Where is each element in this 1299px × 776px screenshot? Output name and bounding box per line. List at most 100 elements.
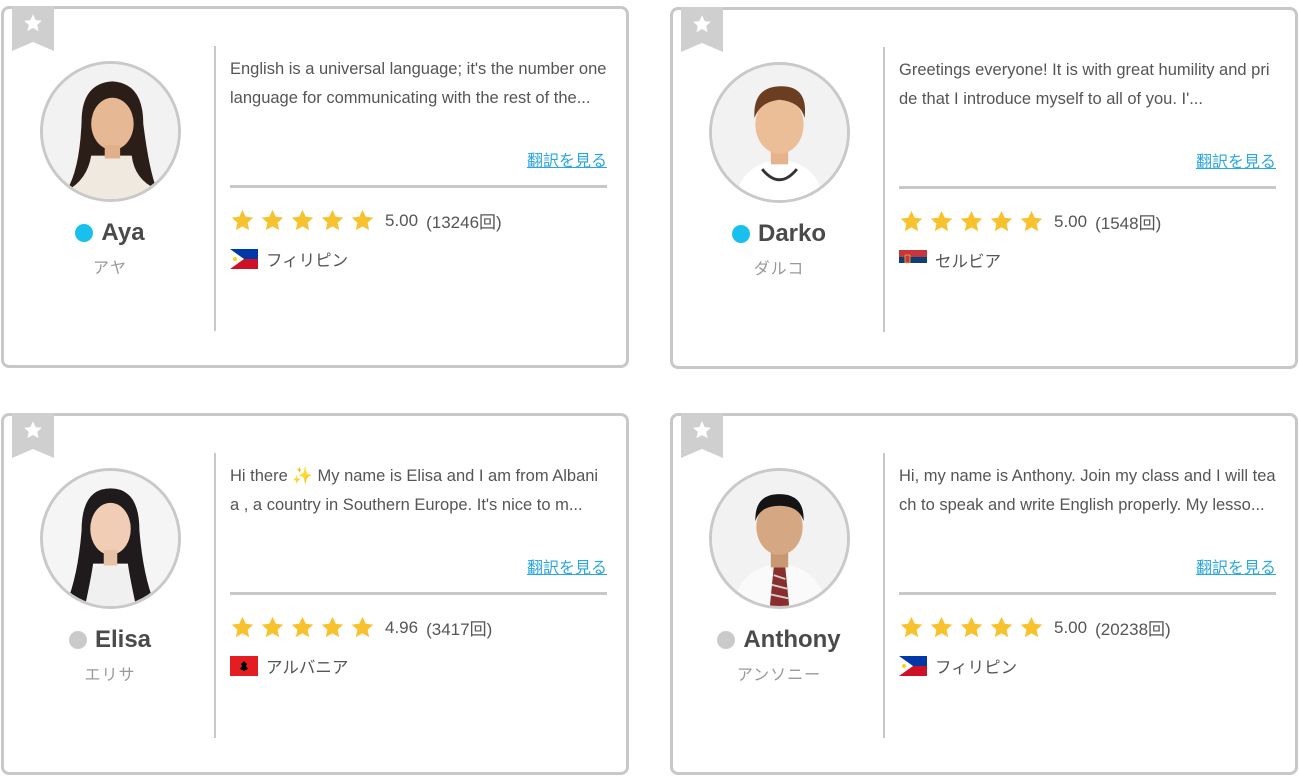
country-row: フィリピン: [230, 247, 607, 271]
tutor-name-kana: アンソニー: [736, 667, 822, 684]
rating-stars: [899, 615, 1044, 640]
avatar[interactable]: [39, 61, 181, 202]
country-name: フィリピン: [935, 659, 1018, 677]
translate-link[interactable]: 翻訳を見る: [899, 554, 1276, 578]
rating-value: 5.00: [1054, 211, 1088, 231]
rating-stars: [230, 208, 375, 233]
rating-stars: [230, 615, 375, 640]
favorite-bookmark-button[interactable]: [12, 413, 54, 458]
favorite-bookmark-button[interactable]: [681, 413, 723, 458]
name-row: Darko: [731, 220, 826, 248]
star-icon: [693, 15, 711, 33]
tutor-name[interactable]: Darko: [758, 220, 826, 248]
avatar[interactable]: [708, 62, 850, 203]
star-icon: [321, 209, 344, 231]
star-icon: [291, 616, 314, 638]
rating-row: 5.00 (20238回): [899, 615, 1276, 640]
horizontal-divider: [230, 185, 607, 188]
star-icon: [291, 209, 314, 231]
country-name: セルビア: [935, 253, 1001, 271]
intro-text: English is a universal language; it's th…: [230, 60, 607, 107]
vertical-divider: [214, 453, 216, 738]
tutor-profile: Darko ダルコ: [708, 62, 850, 279]
philippines-flag-icon: [899, 656, 927, 676]
star-icon: [351, 616, 374, 638]
tutor-profile: Elisa エリサ: [39, 468, 181, 685]
favorite-bookmark-button[interactable]: [12, 6, 54, 51]
albania-flag-icon: [230, 656, 258, 676]
avatar[interactable]: [39, 468, 181, 609]
tutor-card[interactable]: Aya アヤ English is a universal language; …: [1, 6, 629, 368]
status-dot-online: [75, 224, 94, 242]
status-dot-online: [731, 225, 750, 243]
favorite-bookmark-button[interactable]: [681, 7, 723, 52]
rating-row: 5.00 (13246回): [230, 208, 607, 233]
tutor-card[interactable]: Elisa エリサ Hi there ✨ My name is Elisa an…: [1, 413, 629, 775]
tutor-name-kana: ダルコ: [753, 261, 805, 278]
country-name: アルバニア: [266, 659, 349, 677]
star-icon: [900, 616, 923, 638]
horizontal-divider: [230, 592, 607, 595]
star-icon: [231, 209, 254, 231]
star-icon: [261, 616, 284, 638]
vertical-divider: [883, 47, 885, 332]
lesson-count: (1548回): [1095, 214, 1162, 233]
rating-row: 5.00 (1548回): [899, 209, 1276, 234]
star-icon: [1020, 616, 1043, 638]
star-icon: [321, 616, 344, 638]
vertical-divider: [883, 453, 885, 738]
tutor-name[interactable]: Aya: [101, 219, 144, 247]
tutor-name[interactable]: Anthony: [743, 626, 840, 654]
tutor-info: English is a universal language; it's th…: [230, 55, 607, 271]
rating-value: 5.00: [385, 210, 419, 230]
status-dot-offline: [68, 631, 87, 649]
intro-text: Hi, my name is Anthony. Join my class an…: [899, 467, 1276, 514]
star-icon: [24, 421, 42, 439]
rating-row: 4.96 (3417回): [230, 615, 607, 640]
tutor-profile: Anthony アンソニー: [708, 468, 850, 685]
name-row: Aya: [75, 219, 145, 247]
translate-link[interactable]: 翻訳を見る: [899, 148, 1276, 172]
star-icon: [930, 616, 953, 638]
philippines-flag-icon: [230, 249, 258, 269]
horizontal-divider: [899, 186, 1276, 189]
country-row: フィリピン: [899, 654, 1276, 678]
name-row: Anthony: [717, 626, 841, 654]
star-icon: [24, 14, 42, 32]
tutor-card[interactable]: Darko ダルコ Greetings everyone! It is with…: [670, 7, 1298, 369]
translate-link[interactable]: 翻訳を見る: [230, 147, 607, 171]
star-icon: [1020, 210, 1043, 232]
lesson-count: (13246回): [426, 213, 502, 232]
tutor-profile: Aya アヤ: [39, 61, 181, 278]
star-icon: [693, 421, 711, 439]
star-icon: [990, 210, 1013, 232]
tutor-name-kana: アヤ: [92, 260, 127, 277]
country-row: セルビア: [899, 248, 1276, 272]
intro-text: Greetings everyone! It is with great hum…: [899, 61, 1270, 108]
serbia-flag-icon: [899, 250, 927, 270]
tutor-info: Hi there ✨ My name is Elisa and I am fro…: [230, 462, 607, 678]
tutor-info: Greetings everyone! It is with great hum…: [899, 56, 1276, 272]
star-icon: [960, 616, 983, 638]
lesson-count: (3417回): [426, 620, 493, 639]
intro-text: Hi there ✨ My name is Elisa and I am fro…: [230, 467, 599, 514]
vertical-divider: [214, 46, 216, 331]
lesson-count: (20238回): [1095, 620, 1171, 639]
tutor-info: Hi, my name is Anthony. Join my class an…: [899, 462, 1276, 678]
rating-value: 5.00: [1054, 617, 1088, 637]
name-row: Elisa: [68, 626, 151, 654]
tutor-card[interactable]: Anthony アンソニー Hi, my name is Anthony. Jo…: [670, 413, 1298, 775]
country-row: アルバニア: [230, 654, 607, 678]
horizontal-divider: [899, 592, 1276, 595]
star-icon: [930, 210, 953, 232]
translate-link[interactable]: 翻訳を見る: [230, 554, 607, 578]
tutor-name[interactable]: Elisa: [95, 626, 151, 654]
star-icon: [261, 209, 284, 231]
rating-stars: [899, 209, 1044, 234]
star-icon: [231, 616, 254, 638]
star-icon: [990, 616, 1013, 638]
tutor-name-kana: エリサ: [84, 667, 136, 684]
country-name: フィリピン: [266, 252, 349, 270]
star-icon: [900, 210, 923, 232]
avatar[interactable]: [708, 468, 850, 609]
